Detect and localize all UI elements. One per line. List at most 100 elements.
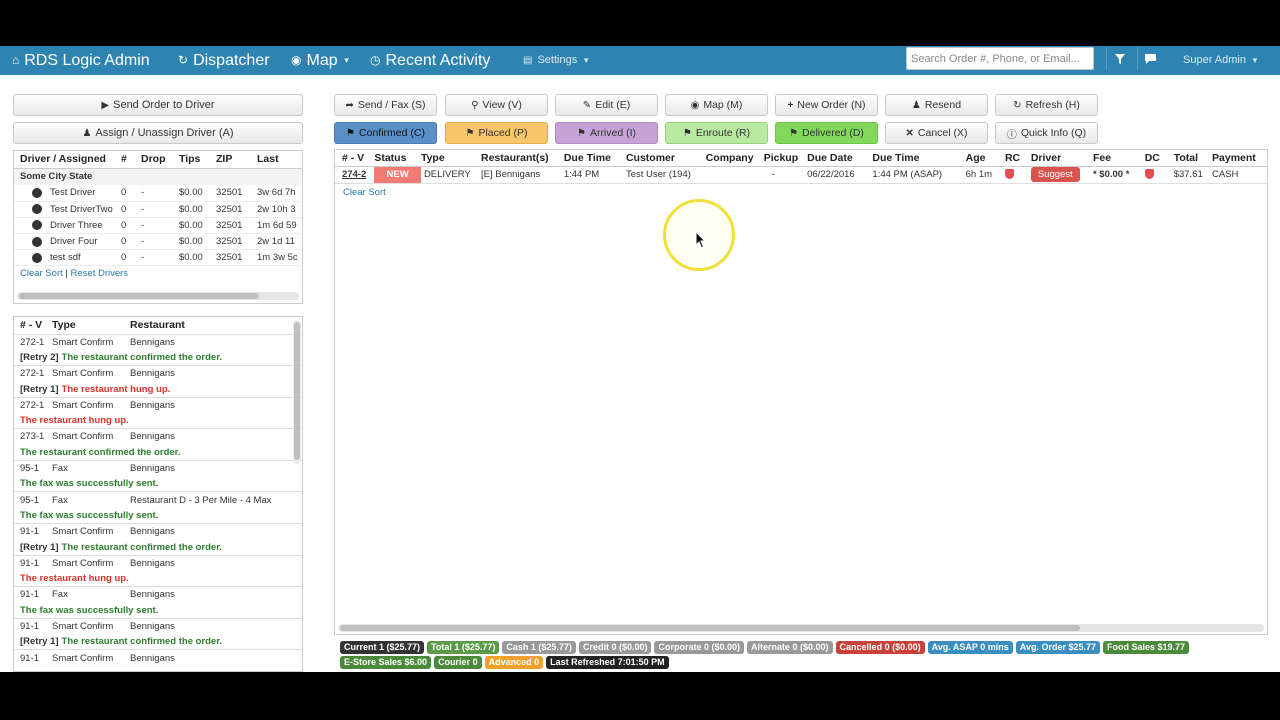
send-order-to-driver-button[interactable]: ▶ Send Order to Driver [13, 94, 303, 116]
new-order-button[interactable]: + New Order (N) [775, 94, 878, 116]
brand-link[interactable]: ⌂ RDS Logic Admin [12, 46, 150, 75]
activity-row[interactable]: 95-1 Fax Restaurant D - 3 Per Mile - 4 Max [14, 492, 302, 508]
nav-recent-activity[interactable]: ◷ Recent Activity [370, 46, 490, 75]
activity-row[interactable]: 91-1 Smart Confirm Bennigans [14, 555, 302, 571]
filter-button[interactable] [1106, 47, 1132, 70]
resend-button[interactable]: ♟ Resend [885, 94, 988, 116]
driver-name-cell: test sdf [14, 250, 121, 266]
col-tips[interactable]: Tips [179, 151, 216, 168]
confirmed-filter-button[interactable]: ⚑ Confirmed (C) [334, 122, 437, 144]
activity-vertical-scrollbar[interactable] [293, 320, 301, 464]
col-last[interactable]: Last [257, 151, 302, 168]
suggest-driver-button[interactable]: Suggest [1030, 167, 1080, 182]
orders-col-11[interactable]: RC [1005, 150, 1031, 166]
orders-col-0[interactable]: # - V [335, 150, 374, 166]
nav-settings[interactable]: ▤ Settings ▼ [523, 46, 590, 75]
nav-settings-label: Settings [537, 54, 578, 66]
activity-row[interactable]: 272-1 Smart Confirm Bennigans [14, 334, 302, 350]
enroute-filter-button[interactable]: ⚑ Enroute (R) [665, 122, 768, 144]
activity-type: Fax [52, 589, 68, 601]
activity-type: Smart Confirm [52, 652, 114, 664]
send-fax-button[interactable]: ➦ Send / Fax (S) [334, 94, 437, 116]
activity-time: 5:36 PM [222, 634, 302, 650]
activity-restaurant: Bennigans [130, 526, 175, 538]
orders-col-12[interactable]: Driver [1031, 150, 1093, 166]
arrived-filter-button[interactable]: ⚑ Arrived (I) [555, 122, 658, 144]
placed-filter-button[interactable]: ⚑ Placed (P) [445, 122, 548, 144]
activity-time: 5:49 PM [222, 571, 302, 587]
scroll-thumb[interactable] [294, 322, 300, 460]
activity-row[interactable]: 95-1 Fax Bennigans [14, 460, 302, 476]
activity-row[interactable]: 91-1 Smart Confirm Bennigans [14, 650, 302, 666]
flag-icon: ⚑ [682, 127, 692, 139]
edit-button[interactable]: ✎ Edit (E) [555, 94, 658, 116]
drivers-horizontal-scrollbar[interactable] [17, 292, 299, 300]
driver-tips: $0.00 [179, 219, 203, 231]
assign-driver-button[interactable]: ♟ Assign / Unassign Driver (A) [13, 122, 303, 144]
orders-col-9[interactable]: Due Time [872, 150, 965, 166]
col-count[interactable]: # [121, 151, 141, 168]
flag-icon: ⚑ [789, 127, 799, 139]
user-menu[interactable]: Super Admin ▼ [1183, 46, 1259, 75]
orders-clear-sort-link[interactable]: Clear Sort [343, 187, 386, 198]
col-type[interactable]: Type [52, 317, 130, 334]
send-fax-label: Send / Fax (S) [357, 99, 426, 111]
activity-row[interactable]: 91-1 Fax Bennigans [14, 587, 302, 603]
quick-info-button[interactable]: ⓘ Quick Info (Q) [995, 122, 1098, 144]
orders-col-16[interactable]: Payment [1212, 150, 1267, 166]
refresh-button[interactable]: ↻ Refresh (H) [995, 94, 1098, 116]
delivered-filter-button[interactable]: ⚑ Delivered (D) [775, 122, 878, 144]
activity-row[interactable]: 272-1 Smart Confirm Bennigans [14, 366, 302, 382]
orders-horizontal-scrollbar[interactable] [338, 624, 1264, 632]
search-input[interactable] [906, 47, 1094, 70]
clear-sort-link[interactable]: Clear Sort [20, 268, 63, 279]
orders-col-5[interactable]: Customer [626, 150, 706, 166]
cancel-button[interactable]: ✕ Cancel (X) [885, 122, 988, 144]
globe-icon [32, 204, 42, 215]
activity-row[interactable]: 273-1 Smart Confirm Bennigans [14, 429, 302, 445]
summary-badge: Alternate 0 ($0.00) [747, 641, 833, 654]
driver-row[interactable]: Test Driver 0 - $0.00 32501 3w 6d 7h [14, 185, 302, 202]
col-drop[interactable]: Drop [141, 151, 179, 168]
driver-row[interactable]: test sdf 0 - $0.00 32501 1m 3w 5c [14, 250, 302, 266]
driver-row[interactable]: Driver Four 0 - $0.00 32501 2w 1d 11 [14, 234, 302, 250]
activity-num: 272-1 [20, 368, 45, 380]
nav-map[interactable]: ◉ Map ▼ [291, 46, 351, 75]
scroll-thumb[interactable] [19, 293, 259, 299]
col-num[interactable]: # - V [14, 317, 52, 334]
share-icon: ➦ [345, 99, 354, 111]
orders-col-1[interactable]: Status [374, 150, 421, 166]
order-row[interactable]: 274-2 NEW DELIVERY [E] Bennigans 1:44 PM Test… [335, 166, 1267, 183]
orders-col-8[interactable]: Due Date [807, 150, 872, 166]
activity-row[interactable]: 91-1 Smart Confirm Bennigans [14, 524, 302, 540]
scroll-thumb[interactable] [340, 625, 1080, 631]
view-button[interactable]: ⚲ View (V) [445, 94, 548, 116]
col-zip[interactable]: ZIP [216, 151, 257, 168]
reset-drivers-link[interactable]: Reset Drivers [71, 268, 129, 279]
orders-col-14[interactable]: DC [1145, 150, 1174, 166]
map-button[interactable]: ◉ Map (M) [665, 94, 768, 116]
orders-col-10[interactable]: Age [966, 150, 1005, 166]
activity-row[interactable]: 272-1 Smart Confirm Bennigans [14, 397, 302, 413]
driver-name-cell: Test DriverTwo [14, 201, 121, 217]
driver-row[interactable]: Test DriverTwo 0 - $0.00 32501 2w 10h 3 [14, 201, 302, 218]
order-number-link[interactable]: 274-2 [342, 169, 366, 180]
orders-col-2[interactable]: Type [421, 150, 481, 166]
orders-col-15[interactable]: Total [1174, 150, 1212, 166]
orders-col-6[interactable]: Company [706, 150, 764, 166]
orders-col-13[interactable]: Fee [1093, 150, 1145, 166]
col-restaurant[interactable]: Restaurant [130, 317, 302, 334]
messages-button[interactable] [1137, 47, 1163, 70]
nav-map-label: Map [306, 52, 338, 69]
orders-col-3[interactable]: Restaurant(s) [481, 150, 564, 166]
activity-time: 8:16 AM [222, 508, 302, 524]
activity-message-cell: [Retry 1] The restaurant hung up. [14, 381, 222, 397]
driver-row[interactable]: Driver Three 0 - $0.00 32501 1m 6d 59 [14, 217, 302, 234]
col-driver[interactable]: Driver / Assigned [14, 151, 121, 168]
orders-col-4[interactable]: Due Time [564, 150, 626, 166]
orders-col-7[interactable]: Pickup [764, 150, 807, 166]
nav-dispatcher[interactable]: ↻ Dispatcher [178, 46, 270, 75]
activity-row[interactable]: 91-1 Smart Confirm Bennigans [14, 618, 302, 634]
plus-icon: + [787, 99, 794, 111]
activity-time: 5:50 PM [222, 539, 302, 555]
